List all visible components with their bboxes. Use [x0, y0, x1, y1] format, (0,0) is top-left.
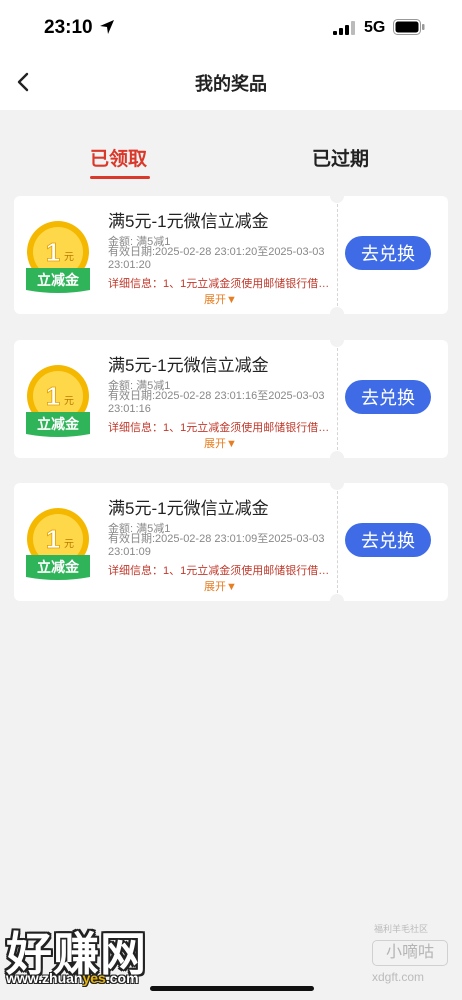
card-notch: [330, 307, 344, 314]
watermark-brand: 好赚网 www.zhuanyes.com: [0, 918, 200, 990]
watermark-community: 福利羊毛社区 小嘀咕 xdgft.com: [362, 918, 462, 990]
watermark-badge: 小嘀咕: [372, 940, 448, 966]
watermark-small-text: 福利羊毛社区: [374, 924, 429, 934]
battery-icon: [393, 19, 425, 35]
coupon-validity: 有效日期:2025-02-28 23:01:09至2025-03-03 23:0…: [108, 533, 325, 558]
ribbon-label: 立减金: [37, 272, 80, 288]
coin-unit: 元: [64, 396, 74, 407]
redeem-button[interactable]: 去兑换: [345, 523, 431, 557]
tab-claimed[interactable]: 已领取: [90, 144, 147, 171]
ribbon-label: 立减金: [37, 559, 80, 575]
coin-value: 1: [46, 381, 60, 411]
expand-toggle[interactable]: 展开▼: [204, 435, 237, 451]
coupon-coin-icon: 1 元 立减金: [26, 365, 90, 437]
coupon-title: 满5元-1元微信立减金: [108, 212, 269, 231]
redeem-button[interactable]: 去兑换: [345, 380, 431, 414]
nav-bar: 我的奖品: [0, 56, 462, 110]
active-tab-indicator: [90, 176, 150, 179]
coupon-detail: 详细信息：1、1元立减金须使用邮储银行借记卡支付: [108, 278, 334, 290]
card-divider: [337, 491, 338, 593]
ribbon-label: 立减金: [37, 416, 80, 432]
card-divider: [337, 348, 338, 450]
coupon-coin-icon: 1 元 立减金: [26, 221, 90, 293]
expand-toggle[interactable]: 展开▼: [204, 578, 237, 594]
signal-icon: [333, 21, 355, 35]
redeem-button[interactable]: 去兑换: [345, 236, 431, 270]
card-divider: [337, 204, 338, 306]
coupon-detail: 详细信息：1、1元立减金须使用邮储银行借记卡支付: [108, 422, 334, 434]
tab-bar: 已领取 已过期: [0, 132, 462, 184]
location-arrow-icon: [100, 20, 114, 34]
expand-toggle[interactable]: 展开▼: [204, 291, 237, 307]
coupon-card: 1 元 立减金 满5元-1元微信立减金 金额: 满5减1 有效日期:2025-0…: [14, 340, 448, 458]
watermark-url: www.zhuanyes.com: [6, 970, 139, 986]
card-notch: [330, 483, 344, 490]
coupon-coin-icon: 1 元 立减金: [26, 508, 90, 580]
coupon-card: 1 元 立减金 满5元-1元微信立减金 金额: 满5减1 有效日期:2025-0…: [14, 483, 448, 601]
coupon-title: 满5元-1元微信立减金: [108, 499, 269, 518]
coupon-validity: 有效日期:2025-02-28 23:01:16至2025-03-03 23:0…: [108, 390, 325, 415]
coin-value: 1: [46, 524, 60, 554]
watermark-domain: xdgft.com: [372, 970, 425, 984]
card-notch: [330, 196, 344, 203]
coupon-card: 1 元 立减金 满5元-1元微信立减金 金额: 满5减1 有效日期:2025-0…: [14, 196, 448, 314]
coin-unit: 元: [64, 539, 74, 550]
coupon-title: 满5元-1元微信立减金: [108, 356, 269, 375]
status-time: 23:10: [44, 17, 93, 38]
tab-expired[interactable]: 已过期: [312, 144, 369, 171]
card-notch: [330, 451, 344, 458]
network-label: 5G: [364, 19, 386, 36]
coupon-detail: 详细信息：1、1元立减金须使用邮储银行借记卡支付: [108, 565, 334, 577]
coupon-validity: 有效日期:2025-02-28 23:01:20至2025-03-03 23:0…: [108, 246, 325, 271]
status-bar: 23:10 5G: [0, 0, 462, 56]
coin-unit: 元: [64, 252, 74, 263]
home-indicator: [150, 986, 314, 991]
card-notch: [330, 340, 344, 347]
card-notch: [330, 594, 344, 601]
coin-value: 1: [46, 237, 60, 267]
page-title: 我的奖品: [195, 74, 267, 94]
